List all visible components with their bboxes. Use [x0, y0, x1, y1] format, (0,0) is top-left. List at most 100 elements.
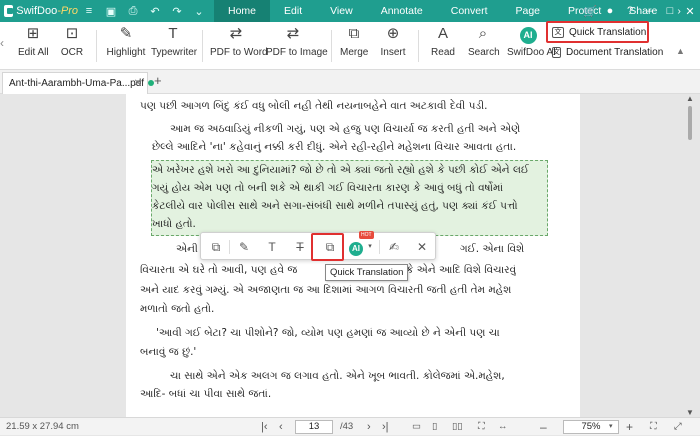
quick-translation-tooltip: Quick Translation [325, 264, 409, 281]
pdf-to-image-button[interactable]: ⇄ PDF to Image [266, 25, 328, 58]
quick-access-toolbar: ≡ ▣ ⎙ ↶ ↷ ⌄ [78, 0, 210, 22]
status-bar: 21.59 x 27.94 cm |‹ ‹ 13 /43 › ›| ▭ ▯ ▯▯… [0, 417, 700, 435]
menu-icon[interactable]: ≡ [78, 5, 100, 17]
selection-toolbar: ⧉ ✎ T T ⧉ AI HOT ▾ ✍ ✕ [200, 231, 436, 260]
customize-icon[interactable]: ⌄ [188, 5, 210, 18]
fit-page-icon[interactable]: ⛶ [478, 418, 485, 436]
pdf-to-word-button[interactable]: ⇄ PDF to Word [210, 25, 268, 58]
close-icon[interactable]: ✕ [680, 5, 700, 18]
menu-view[interactable]: View [316, 0, 367, 22]
menu-edit[interactable]: Edit [270, 0, 316, 22]
pdf-to-word-label: PDF to Word [210, 47, 268, 58]
document-translation-button[interactable]: 文 Document Translation [548, 42, 663, 62]
ocr-button[interactable]: ⊡ OCR [58, 25, 86, 58]
paragraph-line: એની [176, 243, 198, 255]
merge-button[interactable]: ⧉ Merge [340, 25, 368, 58]
quick-translation-button[interactable]: 文 Quick Translation [548, 22, 658, 42]
zoom-in-icon[interactable]: + [626, 418, 633, 436]
swifdoo-ai-button[interactable]: AI SwifDoo AI [507, 25, 556, 58]
document-tab-title: Ant-thi-Aarambh-Uma-Pa...pdf [9, 78, 145, 89]
scroll-up-icon[interactable]: ▲ [686, 94, 694, 103]
search-button[interactable]: ⌕ Search [468, 25, 500, 58]
ai-icon: AI [507, 25, 549, 44]
save-icon[interactable]: ▣ [100, 5, 122, 18]
swifdoo-logo-icon [4, 5, 14, 17]
prev-page-icon[interactable]: ‹ [279, 418, 283, 436]
ribbon-toolbar: ‹ ⊞ Edit All ⊡ OCR ✎ Highlight T Typewri… [0, 21, 700, 70]
pdf-to-word-icon: ⇄ [229, 25, 243, 42]
ribbon-divider [202, 30, 203, 62]
search-label: Search [468, 47, 500, 58]
cart-icon[interactable]: 🛒 [580, 5, 600, 18]
merge-label: Merge [340, 47, 369, 58]
menu-page[interactable]: Page [502, 0, 555, 22]
fit-width-icon[interactable]: ↔ [498, 418, 508, 436]
translation-group: 文 Quick Translation 文 Document Translati… [548, 22, 663, 68]
read-aloud-icon: A [437, 25, 448, 42]
minimize-icon[interactable]: – [640, 5, 660, 17]
selected-text-line: કેટલીયે વાર પોલીસ સાથે અને સગા-સંબંધી સા… [152, 200, 518, 212]
page-number-input[interactable]: 13 [295, 420, 333, 434]
total-pages: /43 [340, 421, 354, 432]
zoom-out-icon[interactable]: – [540, 418, 547, 436]
highlighter-icon: ✎ [119, 25, 133, 42]
undo-icon[interactable]: ↶ [144, 5, 166, 18]
first-page-icon[interactable]: |‹ [261, 418, 268, 436]
last-page-icon[interactable]: ›| [382, 418, 389, 436]
app-logo: SwifDoo-Pro [0, 5, 78, 17]
scroll-down-icon[interactable]: ▼ [686, 408, 694, 417]
insert-button[interactable]: ⊕ Insert [380, 25, 406, 58]
window-controls: 🛒 ● ? – □ ✕ [580, 0, 700, 22]
menu-convert[interactable]: Convert [437, 0, 502, 22]
typewriter-label: Typewriter [151, 47, 198, 58]
paragraph-line: વિચારતા એ ઘરે તો આવી, પણ હવે જ [140, 264, 298, 276]
app-edition: -Pro [57, 5, 78, 17]
menu-home[interactable]: Home [214, 0, 271, 22]
new-tab-button[interactable]: + [154, 73, 162, 88]
copy-icon[interactable]: ⧉ [207, 239, 225, 255]
two-page-view-icon[interactable]: ▯▯ [452, 418, 462, 436]
zoom-dropdown-icon[interactable]: ▾ [609, 418, 613, 436]
ribbon-divider [96, 30, 97, 62]
paragraph-line: 'આવી ગઈ બેટા? ચા પીશોને? જો, વ્યોમ પણ હમ… [156, 327, 500, 339]
fullscreen-icon[interactable]: ⛶ [650, 418, 657, 436]
comment-icon[interactable]: ✍ [385, 239, 403, 255]
close-tab-icon[interactable]: ✕ [134, 73, 142, 94]
paragraph-line: આમ જ અઠવાડિયું નીકળી ગયું, પણ એ હજુ પણ વ… [170, 123, 521, 135]
selected-text-line: ખાધો હતો. [152, 218, 196, 230]
paragraph-line: બનાવું જ છું.' [140, 346, 197, 358]
toolbar-divider [379, 240, 380, 254]
maximize-icon[interactable]: □ [660, 5, 680, 17]
print-icon[interactable]: ⎙ [122, 5, 144, 18]
ocr-icon: ⊡ [65, 25, 79, 42]
user-icon[interactable]: ● [600, 5, 620, 17]
single-page-view-icon[interactable]: ▭ [412, 418, 421, 436]
typewriter-button[interactable]: T Typewriter [151, 25, 198, 58]
insert-label: Insert [380, 47, 406, 58]
next-page-icon[interactable]: › [367, 418, 371, 436]
close-toolbar-icon[interactable]: ✕ [413, 239, 431, 255]
text-icon[interactable]: T [263, 239, 281, 255]
edit-all-button[interactable]: ⊞ Edit All [18, 25, 49, 58]
ribbon-expand-icon[interactable]: ▲ [676, 46, 685, 56]
vertical-scrollbar[interactable]: ▲ ▼ [684, 94, 696, 417]
document-tab[interactable]: Ant-thi-Aarambh-Uma-Pa...pdf ✕ [2, 72, 155, 94]
read-button[interactable]: A Read [430, 25, 456, 58]
ai-dropdown-icon[interactable]: ▾ [361, 239, 379, 255]
pdf-to-image-label: PDF to Image [266, 47, 328, 58]
title-bar: SwifDoo-Pro ≡ ▣ ⎙ ↶ ↷ ⌄ Home Edit View A… [0, 0, 700, 22]
highlight-button[interactable]: ✎ Highlight [106, 25, 146, 58]
selected-text-line: એ ખરેખર હશે ખરો આ દુનિયામાં? જો છે તો એ … [152, 164, 529, 176]
scrollbar-thumb[interactable] [688, 106, 692, 140]
redo-icon[interactable]: ↷ [166, 5, 188, 18]
menu-annotate[interactable]: Annotate [367, 0, 437, 22]
ribbon-collapse-icon[interactable]: ‹ [0, 36, 4, 50]
document-translation-label: Document Translation [566, 46, 664, 58]
help-icon[interactable]: ? [620, 5, 640, 17]
strikethrough-icon[interactable]: T [291, 239, 309, 255]
highlight-icon[interactable]: ✎ [235, 239, 253, 255]
expand-icon[interactable]: ⤢ [674, 418, 682, 436]
continuous-view-icon[interactable]: ▯ [432, 418, 437, 436]
selected-text-line: ગયું હોય એમ પણ તો બની શકે એ થાકી ગઈ વિચા… [152, 182, 504, 194]
quick-translation-icon[interactable]: ⧉ [321, 239, 339, 255]
